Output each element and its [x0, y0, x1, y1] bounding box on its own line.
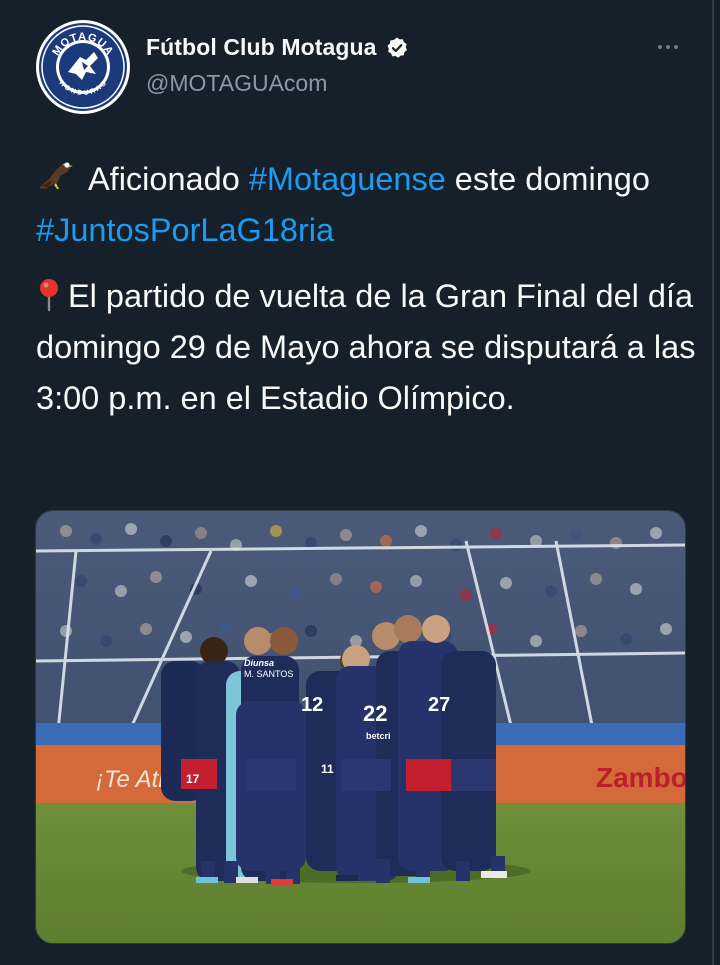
- tweet-photo[interactable]: ¡Te Atrapan! Zambo: [35, 510, 686, 944]
- jersey-number: 27: [428, 694, 450, 716]
- tweet-card: MOTAGUA HONDURAS Fútbol Club Motagua @MO…: [0, 0, 720, 965]
- sponsor-text: Diunsa: [244, 658, 274, 668]
- column-border: [712, 0, 714, 965]
- verified-badge-icon: [385, 36, 409, 60]
- more-icon[interactable]: [652, 34, 684, 60]
- hashtag-motaguense[interactable]: #Motaguense: [249, 161, 446, 197]
- team-huddle-photo: ¡Te Atrapan! Zambo: [36, 511, 686, 943]
- user-handle[interactable]: @MOTAGUAcom: [146, 70, 327, 97]
- tweet-text-segment: Aficionado: [88, 161, 249, 197]
- ad-text-right: Zambo: [596, 762, 686, 793]
- tweet-text-segment: El partido de vuelta de la Gran Final de…: [36, 278, 696, 416]
- jersey-name: M. SANTOS: [244, 669, 293, 679]
- jersey-number: 17: [186, 772, 200, 786]
- name-row: Fútbol Club Motagua: [146, 34, 409, 61]
- sponsor-text: betcri: [366, 731, 391, 741]
- tweet-text: Aficionado #Motaguense este domingo #Jun…: [36, 154, 696, 439]
- tweet-paragraph-1: Aficionado #Motaguense este domingo #Jun…: [36, 154, 696, 256]
- round-pushpin-emoji-icon: [36, 275, 62, 313]
- display-name[interactable]: Fútbol Club Motagua: [146, 34, 377, 61]
- motagua-logo-icon: MOTAGUA HONDURAS: [39, 23, 127, 111]
- eagle-emoji-icon: [36, 158, 76, 196]
- avatar[interactable]: MOTAGUA HONDURAS: [36, 20, 130, 114]
- players-huddle: 12 22 27 17 11 M. SANTOS Diunsa betcri: [161, 615, 531, 885]
- tweet-text-segment: este domingo: [445, 161, 650, 197]
- jersey-number: 12: [301, 694, 323, 716]
- tweet-paragraph-2: El partido de vuelta de la Gran Final de…: [36, 271, 696, 424]
- hashtag-juntosporlag18ria[interactable]: #JuntosPorLaG18ria: [36, 212, 334, 248]
- jersey-number: 11: [321, 762, 334, 776]
- jersey-number: 22: [363, 701, 387, 726]
